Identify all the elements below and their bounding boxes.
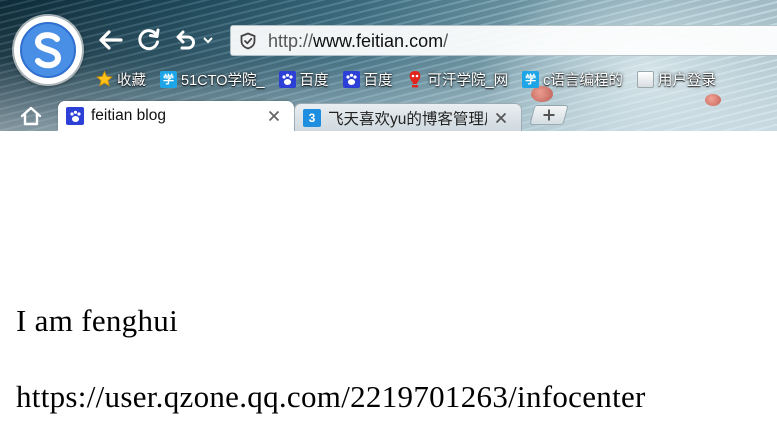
blank-page-icon: [636, 70, 654, 88]
undo-close-button[interactable]: [172, 27, 198, 53]
bookmark-favorites[interactable]: 收藏: [96, 69, 146, 90]
close-tab-button[interactable]: [266, 108, 282, 124]
background-glow: [477, 0, 777, 131]
chevron-down-icon: [203, 37, 213, 44]
bookmark-label: 收藏: [117, 72, 146, 89]
page-content: I am fenghui https://user.qzone.qq.com/2…: [0, 131, 777, 424]
tab-title: 飞天喜欢yu的博客管理后: [328, 110, 487, 128]
qzone-url-text: https://user.qzone.qq.com/2219701263/inf…: [16, 379, 646, 414]
back-button[interactable]: [96, 27, 124, 53]
bookmark-label: 用户登录: [657, 72, 716, 89]
lantern-decoration: [705, 94, 721, 106]
url-path: /: [443, 31, 449, 51]
bookmark-label: 百度: [363, 72, 393, 89]
tab-feitian-blog[interactable]: feitian blog: [58, 101, 294, 131]
bookmark-baidu-1[interactable]: 百度: [278, 69, 329, 90]
bookmark-user-login[interactable]: 用户登录: [636, 69, 716, 90]
tab-blog-admin[interactable]: 3 飞天喜欢yu的博客管理后: [294, 103, 522, 131]
bookmark-baidu-2[interactable]: 百度: [342, 69, 393, 90]
close-tab-button[interactable]: [493, 110, 509, 126]
baidu-paw-icon: [342, 70, 360, 88]
address-bar[interactable]: http://www.feitian.com/: [230, 25, 777, 56]
star-icon: [96, 70, 113, 88]
refresh-icon: [138, 28, 160, 51]
plus-icon: [543, 109, 555, 121]
bookmark-label: 百度: [299, 72, 329, 89]
home-icon: [20, 106, 42, 126]
close-icon: [495, 112, 507, 123]
url-domain: www.feitian.com: [313, 31, 444, 51]
xue-icon: 学: [160, 70, 177, 88]
bookmark-khan[interactable]: 可汗学院_网: [407, 69, 509, 90]
bookmark-label: c语言编程的: [543, 72, 623, 89]
bookmark-51cto[interactable]: 学 51CTO学院_: [160, 69, 265, 90]
security-shield-icon[interactable]: [239, 32, 257, 50]
tab-title: feitian blog: [91, 107, 166, 124]
bookmark-label: 可汗学院_网: [427, 72, 509, 89]
baidu-paw-icon: [278, 70, 296, 88]
xue-icon: 学: [522, 70, 540, 88]
khan-icon: [407, 71, 424, 88]
back-arrow-icon: [99, 30, 123, 50]
undo-dropdown-button[interactable]: [200, 27, 216, 53]
url-scheme: http://: [268, 31, 314, 51]
bookmark-label: 51CTO学院_: [181, 72, 265, 89]
baidu-paw-icon: [66, 107, 84, 125]
logo-s-icon: [20, 22, 76, 78]
browser-logo[interactable]: [14, 16, 82, 84]
close-icon: [268, 110, 280, 122]
url-text[interactable]: http://www.feitian.com/: [268, 31, 448, 52]
bookmark-c-programming[interactable]: 学 c语言编程的: [522, 69, 623, 90]
browser-chrome: http://www.feitian.com/ 收藏 学 51CTO学院_ 百度…: [0, 0, 777, 131]
new-tab-button[interactable]: [529, 105, 569, 125]
refresh-button[interactable]: [135, 27, 163, 53]
home-button[interactable]: [18, 104, 44, 128]
undo-icon: [176, 30, 195, 50]
intro-text: I am fenghui: [16, 303, 178, 338]
tab-3-icon: 3: [303, 108, 321, 127]
bookmarks-bar: 收藏 学 51CTO学院_ 百度 百度 可汗学院_网 学 c语言编程的 用户登录: [96, 67, 730, 91]
